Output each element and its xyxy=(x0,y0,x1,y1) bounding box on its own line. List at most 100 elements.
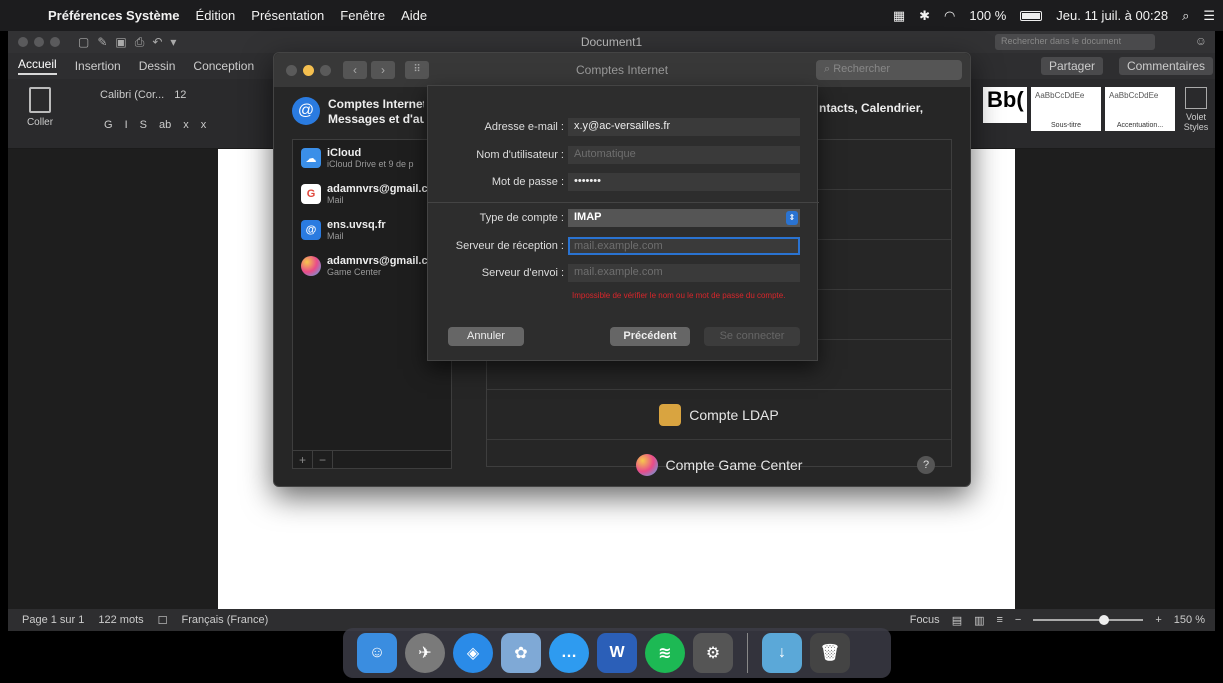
prefs-zoom-button[interactable] xyxy=(320,64,331,76)
notification-center-icon[interactable]: ☰ xyxy=(1203,8,1215,24)
wifi-icon[interactable]: ◠ xyxy=(944,8,955,24)
spotify-icon[interactable]: ≋ xyxy=(645,633,685,673)
back-button[interactable]: ‹ xyxy=(343,61,367,79)
style-emphasis-label: Accentuation... xyxy=(1116,122,1164,129)
focus-button[interactable]: Focus xyxy=(910,614,940,626)
style-emphasis[interactable]: AaBbCcDdEe Accentuation... xyxy=(1105,87,1175,131)
launchpad-icon[interactable]: ✈ xyxy=(405,633,445,673)
tab-accueil[interactable]: Accueil xyxy=(18,57,57,75)
tab-insertion[interactable]: Insertion xyxy=(75,59,121,73)
superscript-button[interactable]: x xyxy=(201,119,207,131)
menu-presentation[interactable]: Présentation xyxy=(243,8,332,23)
font-name-select[interactable]: Calibri (Cor... xyxy=(100,89,164,101)
style-subtitle[interactable]: AaBbCcDdEe Sous-titre xyxy=(1031,87,1101,131)
outgoing-server-row: Serveur d'envoi : mail.example.com xyxy=(428,263,819,283)
preview-icon[interactable]: ✿ xyxy=(501,633,541,673)
system-preferences-icon[interactable]: ⚙ xyxy=(693,633,733,673)
customize-toolbar-icon[interactable]: ▾ xyxy=(170,35,176,50)
undo-icon[interactable]: ↶ xyxy=(152,35,162,50)
battery-icon[interactable] xyxy=(1020,10,1043,21)
provider-game-center[interactable]: Compte Game Center ? xyxy=(487,440,951,490)
cancel-button[interactable]: Annuler xyxy=(448,327,524,346)
messages-icon[interactable]: … xyxy=(549,633,589,673)
safari-icon[interactable]: ◈ xyxy=(453,633,493,673)
tab-conception[interactable]: Conception xyxy=(193,59,254,73)
outgoing-server-field[interactable]: mail.example.com xyxy=(568,264,800,282)
provider-ldap-label: Compte LDAP xyxy=(689,406,779,423)
downloads-folder-icon[interactable]: ↓ xyxy=(762,633,802,673)
zoom-in-icon[interactable]: + xyxy=(1155,614,1161,626)
font-size-select[interactable]: 12 xyxy=(174,89,186,101)
document-title: Document1 xyxy=(580,35,643,49)
word-count[interactable]: 122 mots xyxy=(98,614,143,626)
save-icon[interactable]: ▣ xyxy=(115,35,126,50)
page-count[interactable]: Page 1 sur 1 xyxy=(22,614,84,626)
zoom-slider-knob[interactable] xyxy=(1099,615,1110,625)
bluetooth-icon[interactable]: ✱ xyxy=(919,8,930,24)
remove-account-button[interactable]: − xyxy=(313,451,333,469)
prefs-close-button[interactable] xyxy=(286,64,297,76)
underline-button[interactable]: S xyxy=(140,119,147,131)
forward-button[interactable]: › xyxy=(371,61,395,79)
proofing-icon[interactable]: ☐ xyxy=(158,614,168,627)
word-icon[interactable]: W xyxy=(597,633,637,673)
show-all-grid-icon[interactable]: ⠿ xyxy=(405,61,429,79)
previous-button[interactable]: Précédent xyxy=(610,327,690,346)
prefs-minimize-button[interactable] xyxy=(303,64,314,76)
print-layout-icon[interactable]: ▤ xyxy=(952,614,962,627)
status-right: Focus ▤ ▥ ≡ − + 150 % xyxy=(910,609,1205,631)
zoom-level[interactable]: 150 % xyxy=(1174,614,1205,626)
share-button[interactable]: Partager xyxy=(1040,57,1103,75)
provider-ldap[interactable]: Compte LDAP xyxy=(487,390,951,440)
menu-app-name[interactable]: Préférences Système xyxy=(40,8,188,23)
zoom-slider[interactable] xyxy=(1033,615,1144,625)
menu-aide[interactable]: Aide xyxy=(393,8,435,23)
comments-button[interactable]: Commentaires xyxy=(1118,57,1213,75)
account-sub: Mail xyxy=(327,231,344,241)
web-layout-icon[interactable]: ▥ xyxy=(974,614,984,627)
account-name: iCloud xyxy=(327,147,362,159)
italic-button[interactable]: I xyxy=(125,119,128,131)
help-button[interactable]: ? xyxy=(917,456,935,474)
document-search-input[interactable]: Rechercher dans le document xyxy=(995,34,1155,50)
style-subtitle-sample: AaBbCcDdEe xyxy=(1035,91,1085,100)
username-row: Nom d'utilisateur : Automatique xyxy=(428,145,819,165)
game-center-icon xyxy=(635,454,658,476)
bold-button[interactable]: G xyxy=(104,119,113,131)
menu-fenetre[interactable]: Fenêtre xyxy=(332,8,393,23)
zoom-out-icon[interactable]: − xyxy=(1015,614,1021,626)
print-icon[interactable]: ⎙ xyxy=(135,35,145,50)
password-field[interactable]: ••••••• xyxy=(568,173,800,191)
finder-icon[interactable]: ☺ xyxy=(357,633,397,673)
email-field[interactable]: x.y@ac-versailles.fr xyxy=(568,118,800,136)
account-name: ens.uvsq.fr xyxy=(327,219,386,231)
username-label: Nom d'utilisateur : xyxy=(476,149,564,161)
feedback-smiley-icon[interactable]: ☺ xyxy=(1195,34,1207,48)
subscript-button[interactable]: x xyxy=(183,119,189,131)
strikethrough-button[interactable]: ab xyxy=(159,119,171,131)
connect-button[interactable]: Se connecter xyxy=(704,327,800,346)
edit-icon[interactable]: ✎ xyxy=(97,35,107,50)
tab-dessin[interactable]: Dessin xyxy=(139,59,176,73)
account-type-label: Type de compte : xyxy=(479,212,564,224)
window-layout-icon[interactable]: ▦ xyxy=(893,8,905,24)
style-title[interactable]: Bb( xyxy=(983,87,1027,123)
add-account-button[interactable]: + xyxy=(293,451,313,469)
spotlight-icon[interactable]: ⌕ xyxy=(1182,8,1189,24)
username-field[interactable]: Automatique xyxy=(568,146,800,164)
incoming-server-field[interactable]: mail.example.com xyxy=(568,237,800,255)
internet-accounts-at-icon: @ xyxy=(292,97,320,125)
account-type-select[interactable]: IMAP ⇕ xyxy=(568,209,800,227)
new-document-icon[interactable]: ▢ xyxy=(78,35,89,50)
language[interactable]: Français (France) xyxy=(182,614,269,626)
close-button[interactable] xyxy=(18,37,28,47)
trash-icon[interactable]: 🗑 xyxy=(810,633,850,673)
styles-pane-button[interactable]: Volet Styles xyxy=(1181,87,1211,132)
zoom-button[interactable] xyxy=(50,37,60,47)
menu-clock[interactable]: Jeu. 11 juil. à 00:28 xyxy=(1056,8,1168,23)
menu-edition[interactable]: Édition xyxy=(188,8,244,23)
paste-button[interactable]: Coller xyxy=(20,87,60,128)
minimize-button[interactable] xyxy=(34,37,44,47)
prefs-search-input[interactable]: ⌕ Rechercher xyxy=(816,60,962,80)
outline-icon[interactable]: ≡ xyxy=(997,614,1003,626)
